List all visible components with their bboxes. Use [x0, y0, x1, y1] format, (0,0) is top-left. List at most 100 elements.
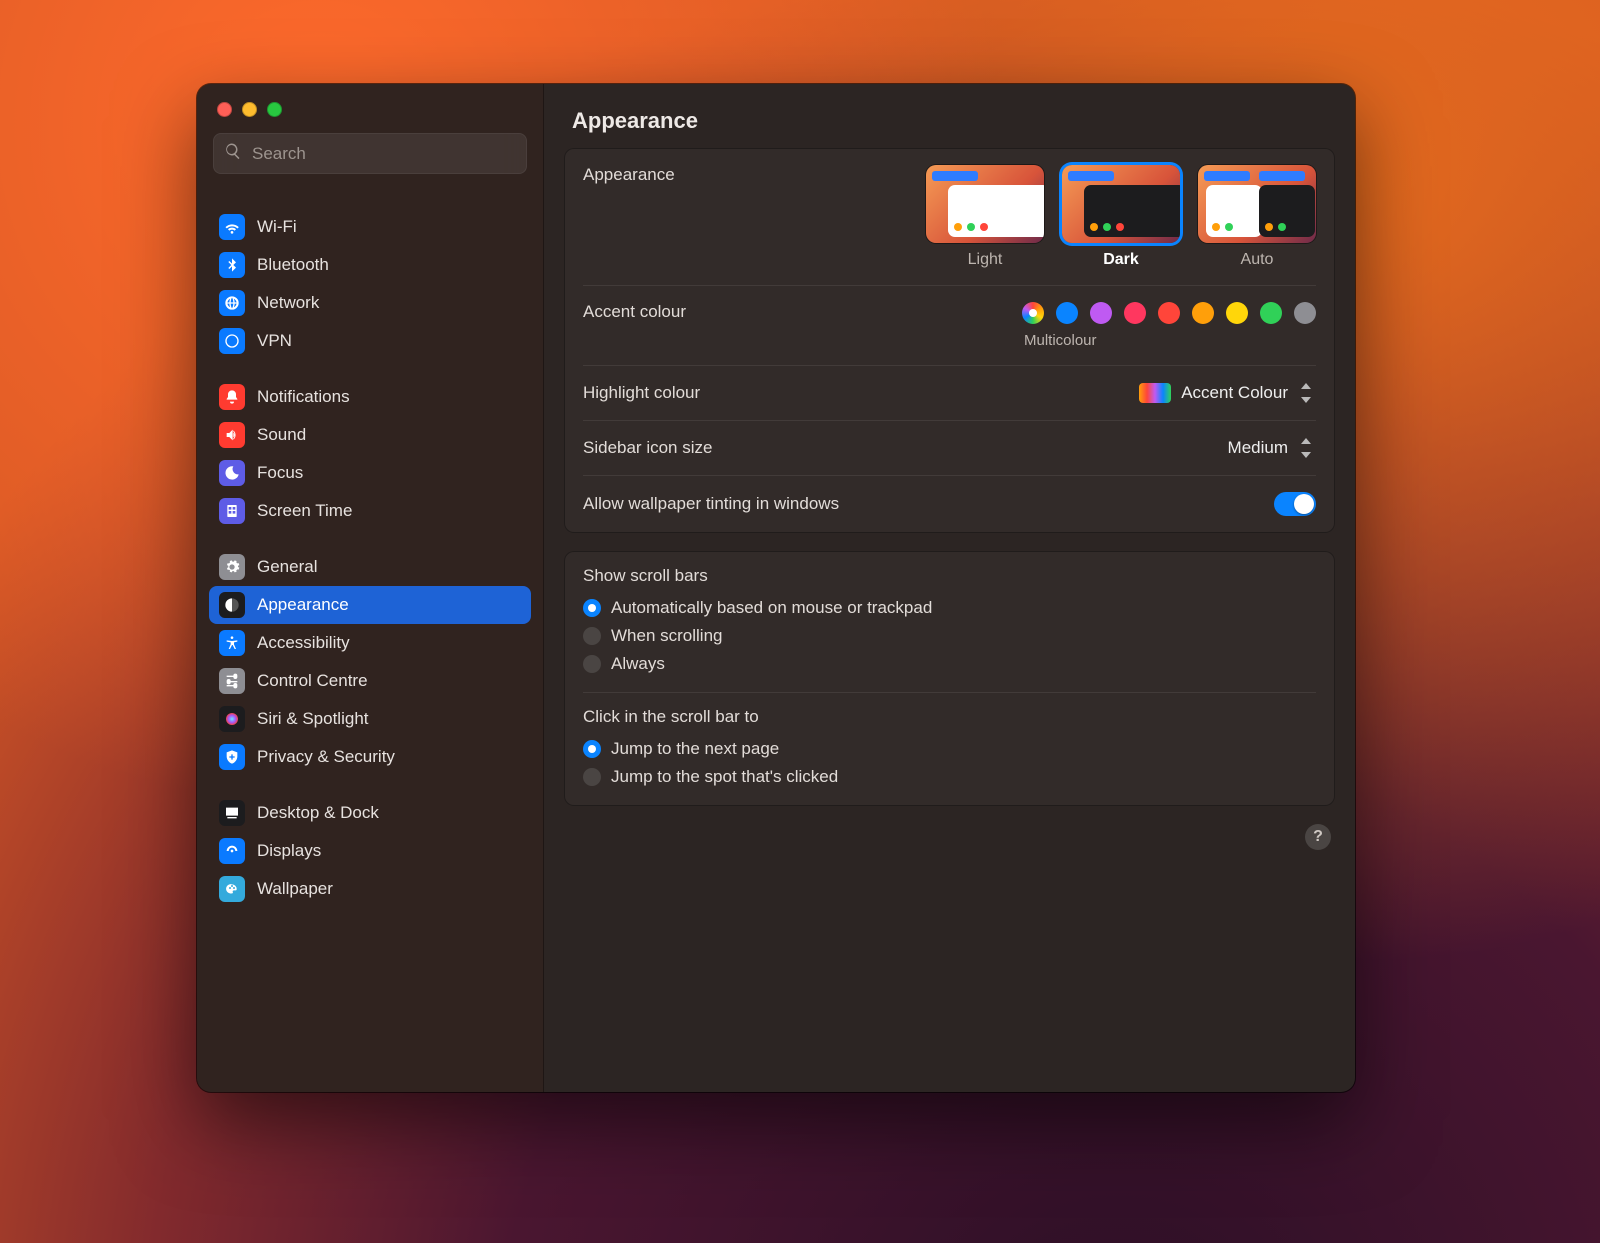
- close-window-button[interactable]: [217, 102, 232, 117]
- radio-icon: [583, 740, 601, 758]
- scrollBars-options-option-scrolling[interactable]: When scrolling: [583, 622, 1316, 650]
- scroll-click-title: Click in the scroll bar to: [583, 707, 1316, 727]
- sidebar-icon-label: Sidebar icon size: [583, 438, 712, 458]
- wifi-icon: [219, 214, 245, 240]
- sidebar-list: Wi-Fi Bluetooth Network VPN Notifications Sou…: [197, 184, 543, 1092]
- sidebar-header: [197, 84, 543, 184]
- appearance-thumb-light: [926, 165, 1044, 243]
- sidebar-item-label: Desktop & Dock: [257, 803, 379, 823]
- sidebar-item-label: Wallpaper: [257, 879, 333, 899]
- radio-label: Always: [611, 654, 665, 674]
- system-settings-window: Wi-Fi Bluetooth Network VPN Notifications Sou…: [197, 84, 1355, 1092]
- accent-selected-caption: Multicolour: [1024, 332, 1097, 349]
- appearance-choices: Light Dark Auto: [926, 165, 1316, 269]
- sidebar-item-network[interactable]: Network: [209, 284, 531, 322]
- sidebar-item-notifications[interactable]: Notifications: [209, 378, 531, 416]
- appearance-option-light[interactable]: Light: [926, 165, 1044, 269]
- sidebar-item-general[interactable]: General: [209, 548, 531, 586]
- highlight-swatch-icon: [1139, 383, 1171, 403]
- sidebar-item-wifi[interactable]: Wi-Fi: [209, 208, 531, 246]
- chevron-up-down-icon: [1298, 382, 1316, 404]
- radio-label: When scrolling: [611, 626, 723, 646]
- appearance-option-auto[interactable]: Auto: [1198, 165, 1316, 269]
- accent-row: Accent colour Multicolour: [583, 286, 1316, 366]
- sidebar-item-siri[interactable]: Siri & Spotlight: [209, 700, 531, 738]
- radio-label: Jump to the next page: [611, 739, 779, 759]
- minimize-window-button[interactable]: [242, 102, 257, 117]
- sidebar-item-label: Privacy & Security: [257, 747, 395, 767]
- sidebar-item-privacy[interactable]: Privacy & Security: [209, 738, 531, 776]
- siri-icon: [219, 706, 245, 732]
- radio-icon: [583, 627, 601, 645]
- sidebar-item-focus[interactable]: Focus: [209, 454, 531, 492]
- accent-option-red[interactable]: [1158, 302, 1180, 324]
- tinting-label: Allow wallpaper tinting in windows: [583, 494, 839, 514]
- appearance-option-label: Light: [968, 251, 1003, 269]
- sidebar-item-label: General: [257, 557, 317, 577]
- sidebar-icon-select[interactable]: Medium: [1228, 437, 1316, 459]
- sidebar-item-label: Accessibility: [257, 633, 350, 653]
- accessibility-icon: [219, 630, 245, 656]
- tinting-switch[interactable]: [1274, 492, 1316, 516]
- page-title: Appearance: [572, 108, 1327, 134]
- accent-option-purple[interactable]: [1090, 302, 1112, 324]
- sidebar-item-wallpaper[interactable]: Wallpaper: [209, 870, 531, 908]
- sidebar-item-label: Displays: [257, 841, 321, 861]
- scroll-click-block: Click in the scroll bar to Jump to the n…: [583, 693, 1316, 805]
- search-input[interactable]: [250, 143, 516, 165]
- highlight-label: Highlight colour: [583, 383, 700, 403]
- sidebar-item-label: Focus: [257, 463, 303, 483]
- window-controls: [213, 98, 527, 133]
- scroll-panel: Show scroll bars Automatically based on …: [564, 551, 1335, 806]
- sidebar-item-label: Wi-Fi: [257, 217, 297, 237]
- accent-label: Accent colour: [583, 302, 686, 322]
- sidebar-item-appearance[interactable]: Appearance: [209, 586, 531, 624]
- accent-option-yellow[interactable]: [1226, 302, 1248, 324]
- accent-wrap: Multicolour: [1022, 302, 1316, 349]
- zoom-window-button[interactable]: [267, 102, 282, 117]
- accent-option-orange[interactable]: [1192, 302, 1214, 324]
- appearance-option-label: Auto: [1241, 251, 1274, 269]
- highlight-select[interactable]: Accent Colour: [1139, 382, 1316, 404]
- sidebar-item-label: Network: [257, 293, 319, 313]
- sidebar-item-accessibility[interactable]: Accessibility: [209, 624, 531, 662]
- appearance-thumb-auto: [1198, 165, 1316, 243]
- highlight-value: Accent Colour: [1181, 383, 1288, 403]
- sound-icon: [219, 422, 245, 448]
- sidebar: Wi-Fi Bluetooth Network VPN Notifications Sou…: [197, 84, 544, 1092]
- accent-option-graphite[interactable]: [1294, 302, 1316, 324]
- accent-option-multicolour[interactable]: [1022, 302, 1044, 324]
- scrollBars-options-option-auto[interactable]: Automatically based on mouse or trackpad: [583, 594, 1316, 622]
- accent-option-blue[interactable]: [1056, 302, 1078, 324]
- sidebar-item-label: Sound: [257, 425, 306, 445]
- main-content: Appearance Appearance LightDarkAuto Acce…: [544, 84, 1355, 1092]
- help-button[interactable]: ?: [1305, 824, 1331, 850]
- sidebar-item-bluetooth[interactable]: Bluetooth: [209, 246, 531, 284]
- scrollClick-options-option-nextpage[interactable]: Jump to the next page: [583, 735, 1316, 763]
- scrollBars-options-option-always[interactable]: Always: [583, 650, 1316, 678]
- search-icon: [224, 142, 242, 165]
- bluetooth-icon: [219, 252, 245, 278]
- controlcentre-icon: [219, 668, 245, 694]
- screentime-icon: [219, 498, 245, 524]
- search-field[interactable]: [213, 133, 527, 174]
- sidebar-item-displays[interactable]: Displays: [209, 832, 531, 870]
- main-body: Appearance LightDarkAuto Accent colour M…: [544, 148, 1355, 1092]
- sidebar-item-sound[interactable]: Sound: [209, 416, 531, 454]
- general-icon: [219, 554, 245, 580]
- privacy-icon: [219, 744, 245, 770]
- scroll-bars-title: Show scroll bars: [583, 566, 1316, 586]
- notifications-icon: [219, 384, 245, 410]
- sidebar-item-controlcentre[interactable]: Control Centre: [209, 662, 531, 700]
- appearance-option-dark[interactable]: Dark: [1062, 165, 1180, 269]
- highlight-row: Highlight colour Accent Colour: [583, 366, 1316, 421]
- scrollClick-options-option-spot[interactable]: Jump to the spot that's clicked: [583, 763, 1316, 791]
- network-icon: [219, 290, 245, 316]
- sidebar-item-screentime[interactable]: Screen Time: [209, 492, 531, 530]
- appearance-option-label: Dark: [1103, 251, 1139, 269]
- sidebar-item-desktopDock[interactable]: Desktop & Dock: [209, 794, 531, 832]
- chevron-up-down-icon: [1298, 437, 1316, 459]
- accent-option-pink[interactable]: [1124, 302, 1146, 324]
- accent-option-green[interactable]: [1260, 302, 1282, 324]
- sidebar-item-vpn[interactable]: VPN: [209, 322, 531, 360]
